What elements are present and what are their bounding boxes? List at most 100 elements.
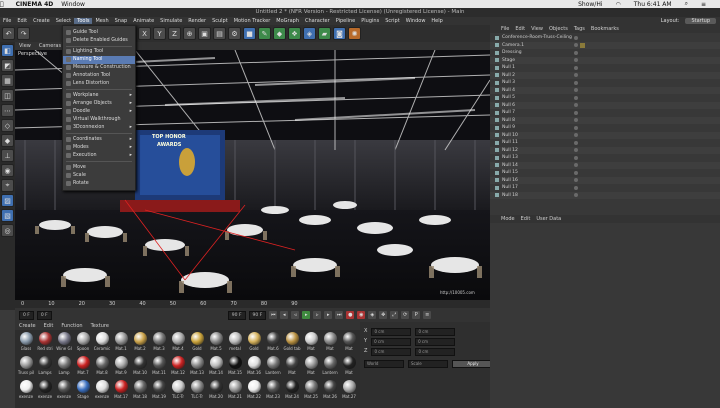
menu-window[interactable]: Window xyxy=(403,18,429,24)
subdivision-icon[interactable]: ◆ xyxy=(273,27,286,40)
light-icon[interactable]: ✺ xyxy=(348,27,361,40)
om-menu-file[interactable]: File xyxy=(498,26,512,32)
autokey-icon[interactable]: ◉ xyxy=(357,311,366,319)
visibility-dot-icon[interactable] xyxy=(574,148,578,152)
material-swatch[interactable]: Mat xyxy=(340,332,358,356)
menu-item-naming-tool[interactable]: Naming Tool xyxy=(63,56,135,64)
timeline-ruler[interactable]: 0 10 20 30 40 50 60 70 80 90 xyxy=(15,300,496,308)
size-x-field[interactable]: 0 cm xyxy=(415,328,456,336)
menu-item-coordinates[interactable]: Coordinates ▸ xyxy=(63,136,135,144)
menu-item-execution[interactable]: Execution ▸ xyxy=(63,152,135,160)
material-swatch[interactable]: Mat.22 xyxy=(245,380,263,404)
visibility-dot-icon[interactable] xyxy=(574,110,578,115)
material-swatch[interactable]: Lantern xyxy=(321,356,339,380)
prev-key-icon[interactable]: ◂ xyxy=(280,311,289,319)
visibility-dot-icon[interactable] xyxy=(574,185,578,190)
object-row[interactable]: Camera.1 xyxy=(490,41,720,49)
visibility-dot-icon[interactable] xyxy=(574,65,578,70)
app-name[interactable]: CINEMA 4D xyxy=(16,1,54,8)
menu-create[interactable]: Create xyxy=(30,18,53,24)
material-swatch[interactable]: Truss pil xyxy=(17,356,35,380)
attr-menu-mode[interactable]: Mode xyxy=(498,216,518,222)
object-row[interactable]: Null 13 xyxy=(490,154,720,161)
menu-item-virtual-walkthrough[interactable]: Virtual Walkthrough xyxy=(63,116,135,124)
mac-menu-window[interactable]: Window xyxy=(61,1,85,8)
visibility-dot-icon[interactable] xyxy=(574,170,578,175)
material-swatch[interactable]: Mat.26 xyxy=(321,380,339,404)
material-swatch[interactable]: Mat.18 xyxy=(131,380,149,404)
object-row[interactable]: Null 17 xyxy=(490,184,720,191)
menu-snap[interactable]: Snap xyxy=(112,18,131,24)
material-swatch[interactable]: Mat xyxy=(302,332,320,356)
object-row[interactable]: Null 11 xyxy=(490,139,720,146)
apply-button[interactable]: Apply xyxy=(452,360,492,368)
material-swatch[interactable]: Mat xyxy=(321,332,339,356)
material-swatch[interactable]: Red stri xyxy=(36,332,54,356)
param-key-icon[interactable]: P xyxy=(412,311,421,319)
apple-icon[interactable]:  xyxy=(0,1,4,8)
material-swatch[interactable]: Mat.3 xyxy=(150,332,168,356)
snap-icon[interactable]: ⌖ xyxy=(1,179,14,192)
object-row[interactable]: Null 1 xyxy=(490,64,720,71)
material-swatch[interactable]: Lantern xyxy=(264,356,282,380)
material-swatch[interactable]: Mat.19 xyxy=(150,380,168,404)
visibility-dot-icon[interactable] xyxy=(574,193,578,197)
size-y-field[interactable]: 0 cm xyxy=(415,338,456,346)
max-frame-field[interactable]: 90 F xyxy=(248,310,267,320)
search-icon[interactable]: ⌕ xyxy=(685,0,688,8)
material-menu-function[interactable]: Function xyxy=(57,323,86,329)
material-swatch[interactable]: Mat.5 xyxy=(207,332,225,356)
axis-mode-icon[interactable]: ⊥ xyxy=(1,149,14,162)
material-swatch[interactable]: Mat.20 xyxy=(207,380,225,404)
material-swatch[interactable]: Stage xyxy=(74,380,92,404)
material-menu-create[interactable]: Create xyxy=(15,323,40,329)
visibility-dot-icon[interactable] xyxy=(574,73,578,77)
object-row[interactable]: Null 7 xyxy=(490,109,720,116)
material-swatch[interactable]: Mat xyxy=(340,356,358,380)
material-swatch[interactable]: Mat xyxy=(283,356,301,380)
object-row[interactable]: Null 12 xyxy=(490,146,720,154)
menu-item-lens-distortion[interactable]: Lens Distortion xyxy=(63,80,135,88)
array-icon[interactable]: ❖ xyxy=(288,27,301,40)
y-axis-icon[interactable]: Y xyxy=(153,27,166,40)
move-key-icon[interactable]: ✥ xyxy=(379,311,388,319)
menu-mesh[interactable]: Mesh xyxy=(92,18,111,24)
menu-item-doodle[interactable]: Doodle ▸ xyxy=(63,108,135,116)
material-swatch[interactable]: Mat.6 xyxy=(264,332,282,356)
visibility-dot-icon[interactable] xyxy=(574,88,578,92)
material-swatch[interactable]: Mat.23 xyxy=(264,380,282,404)
menu-file[interactable]: File xyxy=(0,18,14,24)
object-row[interactable]: Null 2 xyxy=(490,71,720,79)
menu-list-icon[interactable]: ≡ xyxy=(701,1,706,8)
material-swatch[interactable]: Mat.4 xyxy=(169,332,187,356)
visibility-dot-icon[interactable] xyxy=(574,163,578,167)
scale-key-icon[interactable]: ⤢ xyxy=(390,311,399,319)
menu-item-guide-tool[interactable]: Guide Tool xyxy=(63,29,135,37)
clock[interactable]: Thu 6:41 AM xyxy=(634,1,672,8)
end-frame-field[interactable]: 90 F xyxy=(227,310,246,320)
visibility-dot-icon[interactable] xyxy=(574,80,578,85)
material-swatch[interactable]: Mat.16 xyxy=(245,356,263,380)
material-swatch[interactable]: Mat.9 xyxy=(112,356,130,380)
workplane-lock-icon[interactable]: ▨ xyxy=(1,194,14,207)
menu-help[interactable]: Help xyxy=(428,18,445,24)
goto-end-icon[interactable]: ⏭ xyxy=(335,311,344,319)
visibility-dot-icon[interactable] xyxy=(574,118,578,122)
material-swatch[interactable]: Mat xyxy=(302,356,320,380)
position-x-field[interactable]: 0 cm xyxy=(371,328,412,336)
object-row[interactable]: Null 4 xyxy=(490,86,720,94)
menu-item-measure-construction[interactable]: Measure & Construction xyxy=(63,64,135,72)
redo-icon[interactable]: ↷ xyxy=(17,27,30,40)
tag-icon[interactable] xyxy=(580,42,585,48)
object-row[interactable]: Stage xyxy=(490,56,720,64)
material-swatch[interactable]: Spoon xyxy=(74,332,92,356)
material-menu-texture[interactable]: Texture xyxy=(87,323,113,329)
material-swatch[interactable]: Glass xyxy=(17,332,35,356)
solo-icon[interactable]: ◎ xyxy=(1,224,14,237)
material-swatch[interactable]: Mat.11 xyxy=(150,356,168,380)
keyframe-selection-icon[interactable]: ◈ xyxy=(368,311,377,319)
object-row[interactable]: Null 18 xyxy=(490,191,720,199)
visibility-dot-icon[interactable] xyxy=(574,95,578,100)
material-swatch[interactable]: Mat.25 xyxy=(302,380,320,404)
object-row[interactable]: Null 9 xyxy=(490,124,720,131)
